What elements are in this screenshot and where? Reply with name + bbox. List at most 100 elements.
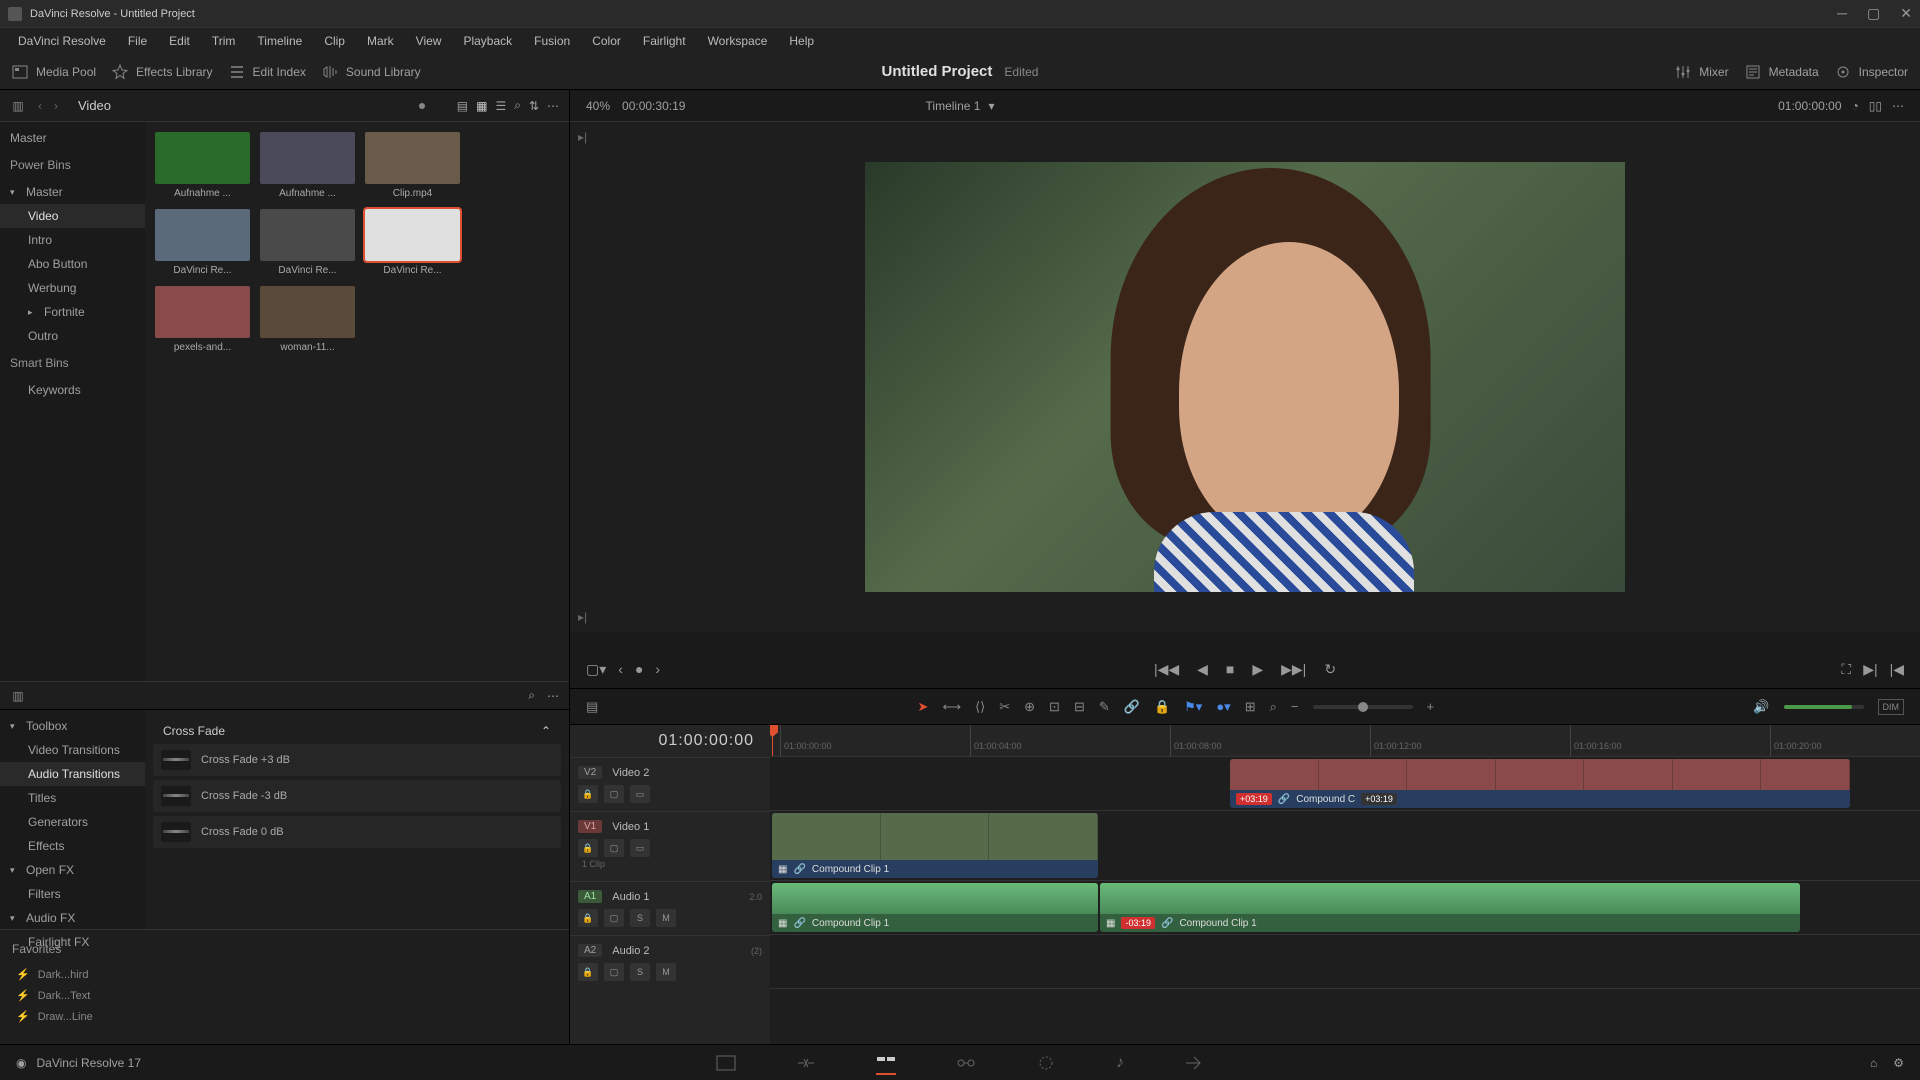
effect-item[interactable]: Cross Fade +3 dB [153,744,561,776]
tree-keywords[interactable]: Keywords [0,378,145,402]
replace-icon[interactable]: ⊟ [1074,699,1085,715]
fx-generators[interactable]: Generators [0,810,145,834]
track-lane-a2[interactable] [770,935,1920,989]
fx-more-icon[interactable]: ⋯ [547,689,559,703]
menu-timeline[interactable]: Timeline [247,31,312,51]
tree-master[interactable]: Master [0,126,145,150]
match-frame-icon[interactable]: ▸| [578,130,587,144]
play-icon[interactable]: ▶ [1252,661,1263,678]
menu-clip[interactable]: Clip [314,31,355,51]
skip-fwd-icon[interactable]: ▶| [1863,661,1877,678]
track-header-a2[interactable]: A2Audio 2(2) 🔒▢SM [570,935,770,989]
viewer-timecode[interactable]: 01:00:00:00 [1778,99,1841,113]
clip-item[interactable]: woman-11... [260,286,355,353]
fullscreen-icon[interactable]: ⛶ [1841,661,1851,678]
zoom-slider[interactable] [1313,705,1413,709]
favorite-item[interactable]: ⚡Dark...Text [8,985,561,1006]
menu-fairlight[interactable]: Fairlight [633,31,696,51]
fx-audio-trans[interactable]: Audio Transitions [0,762,145,786]
tree-werbung[interactable]: Werbung [0,276,145,300]
playhead[interactable] [772,725,773,756]
favorite-item[interactable]: ⚡Dark...hird [8,964,561,985]
zoom-in-icon[interactable]: + [1427,699,1435,714]
timeline-timecode[interactable]: 01:00:00:00 [570,725,770,757]
minimize-button[interactable]: ─ [1837,5,1847,22]
stop-icon[interactable]: ■ [1226,661,1234,677]
view-strip-icon[interactable]: ▤ [457,99,468,113]
loop-icon[interactable]: ↻ [1324,661,1336,678]
clip-item[interactable]: Clip.mp4 [365,132,460,199]
mute-button[interactable]: M [656,963,676,981]
dual-view-icon[interactable]: ▯▯ [1869,99,1882,113]
first-frame-icon[interactable]: |◀◀ [1154,661,1179,678]
fx-layout-icon[interactable]: ▥ [10,688,26,704]
sound-library-toggle[interactable]: Sound Library [322,64,421,80]
track-header-v2[interactable]: V2Video 2 🔒▢▭ [570,757,770,811]
bin-layout-icon[interactable]: ▥ [10,98,26,114]
fx-toolbox[interactable]: ▾Toolbox [0,714,145,738]
trim-tool-icon[interactable]: ⟷ [942,699,961,715]
clip-item[interactable]: pexels-and... [155,286,250,353]
track-thumb-icon[interactable]: ▭ [630,785,650,803]
track-lock-icon[interactable]: 🔒 [578,909,598,927]
nav-back-icon[interactable]: ‹ [38,99,42,113]
fx-search-icon[interactable]: ⌕ [528,688,535,703]
track-lock-icon[interactable]: 🔒 [578,839,598,857]
tree-fortnite[interactable]: ▸Fortnite [0,300,145,324]
menu-mark[interactable]: Mark [357,31,404,51]
track-lock-icon[interactable]: 🔒 [578,785,598,803]
view-grid-icon[interactable]: ▦ [476,99,487,113]
next-frame-icon[interactable]: ▶▶| [1281,661,1306,678]
clip-item[interactable]: DaVinci Re... [260,209,355,276]
clip-item[interactable]: Aufnahme ... [155,132,250,199]
clip-v1[interactable]: ▦🔗Compound Clip 1 [772,813,1098,878]
inspector-toggle[interactable]: Inspector [1835,64,1908,80]
mute-button[interactable]: M [656,909,676,927]
tree-abo[interactable]: Abo Button [0,252,145,276]
media-pool-toggle[interactable]: Media Pool [12,64,96,80]
tree-video[interactable]: Video [0,204,145,228]
timeline-view-icon[interactable]: ▤ [586,699,598,715]
menu-workspace[interactable]: Workspace [698,31,778,51]
solo-button[interactable]: S [630,909,650,927]
clip-item[interactable]: Aufnahme ... [260,132,355,199]
zoom-out-icon[interactable]: − [1291,699,1299,714]
track-lane-v1[interactable]: ▦🔗Compound Clip 1 [770,811,1920,881]
viewer-more-icon[interactable]: ⋯ [1892,99,1904,113]
collapse-icon[interactable]: ⌃ [541,724,551,738]
track-lane-a1[interactable]: ▦🔗Compound Clip 1 ▦-03:19🔗Compound Clip … [770,881,1920,935]
prev-edit-icon[interactable]: ‹ [618,661,623,677]
snap-icon[interactable]: ⊞ [1245,699,1256,715]
tab-cut[interactable] [796,1055,816,1071]
solo-button[interactable]: S [630,963,650,981]
track-enable-icon[interactable]: ▢ [604,909,624,927]
track-enable-icon[interactable]: ▢ [604,963,624,981]
tree-intro[interactable]: Intro [0,228,145,252]
marker-icon[interactable]: ●▾ [1216,699,1230,715]
zoom-percent[interactable]: 40% [586,99,610,113]
track-lock-icon[interactable]: 🔒 [578,963,598,981]
more-icon[interactable]: ⋯ [547,99,559,113]
track-header-a1[interactable]: A1Audio 12.0 🔒▢SM [570,881,770,935]
clip-v2[interactable]: +03:19🔗Compound C+03:19 [1230,759,1850,808]
menu-file[interactable]: File [118,31,157,51]
menu-color[interactable]: Color [582,31,631,51]
track-thumb-icon[interactable]: ▭ [630,839,650,857]
timeline-canvas[interactable]: 01:00:00:00 01:00:04:00 01:00:08:00 01:0… [770,725,1920,1044]
fx-filters[interactable]: Filters [0,882,145,906]
tab-fusion[interactable] [956,1055,976,1071]
effect-item[interactable]: Cross Fade 0 dB [153,816,561,848]
track-enable-icon[interactable]: ▢ [604,785,624,803]
tab-deliver[interactable] [1184,1055,1204,1071]
flag-icon[interactable]: ⚑▾ [1184,699,1202,715]
selection-tool-icon[interactable]: ➤ [918,699,929,715]
nav-fwd-icon[interactable]: › [54,99,58,113]
menu-trim[interactable]: Trim [202,31,246,51]
edit-index-toggle[interactable]: Edit Index [229,64,306,80]
viewer[interactable]: ▸| ▸| [570,122,1920,632]
tree-master-pb[interactable]: ▾Master [0,180,145,204]
blade-tool-icon[interactable]: ✂ [999,699,1010,715]
fx-openfx[interactable]: ▾Open FX [0,858,145,882]
effects-library-toggle[interactable]: Effects Library [112,64,212,80]
link-icon[interactable]: 🔗 [1124,699,1140,715]
